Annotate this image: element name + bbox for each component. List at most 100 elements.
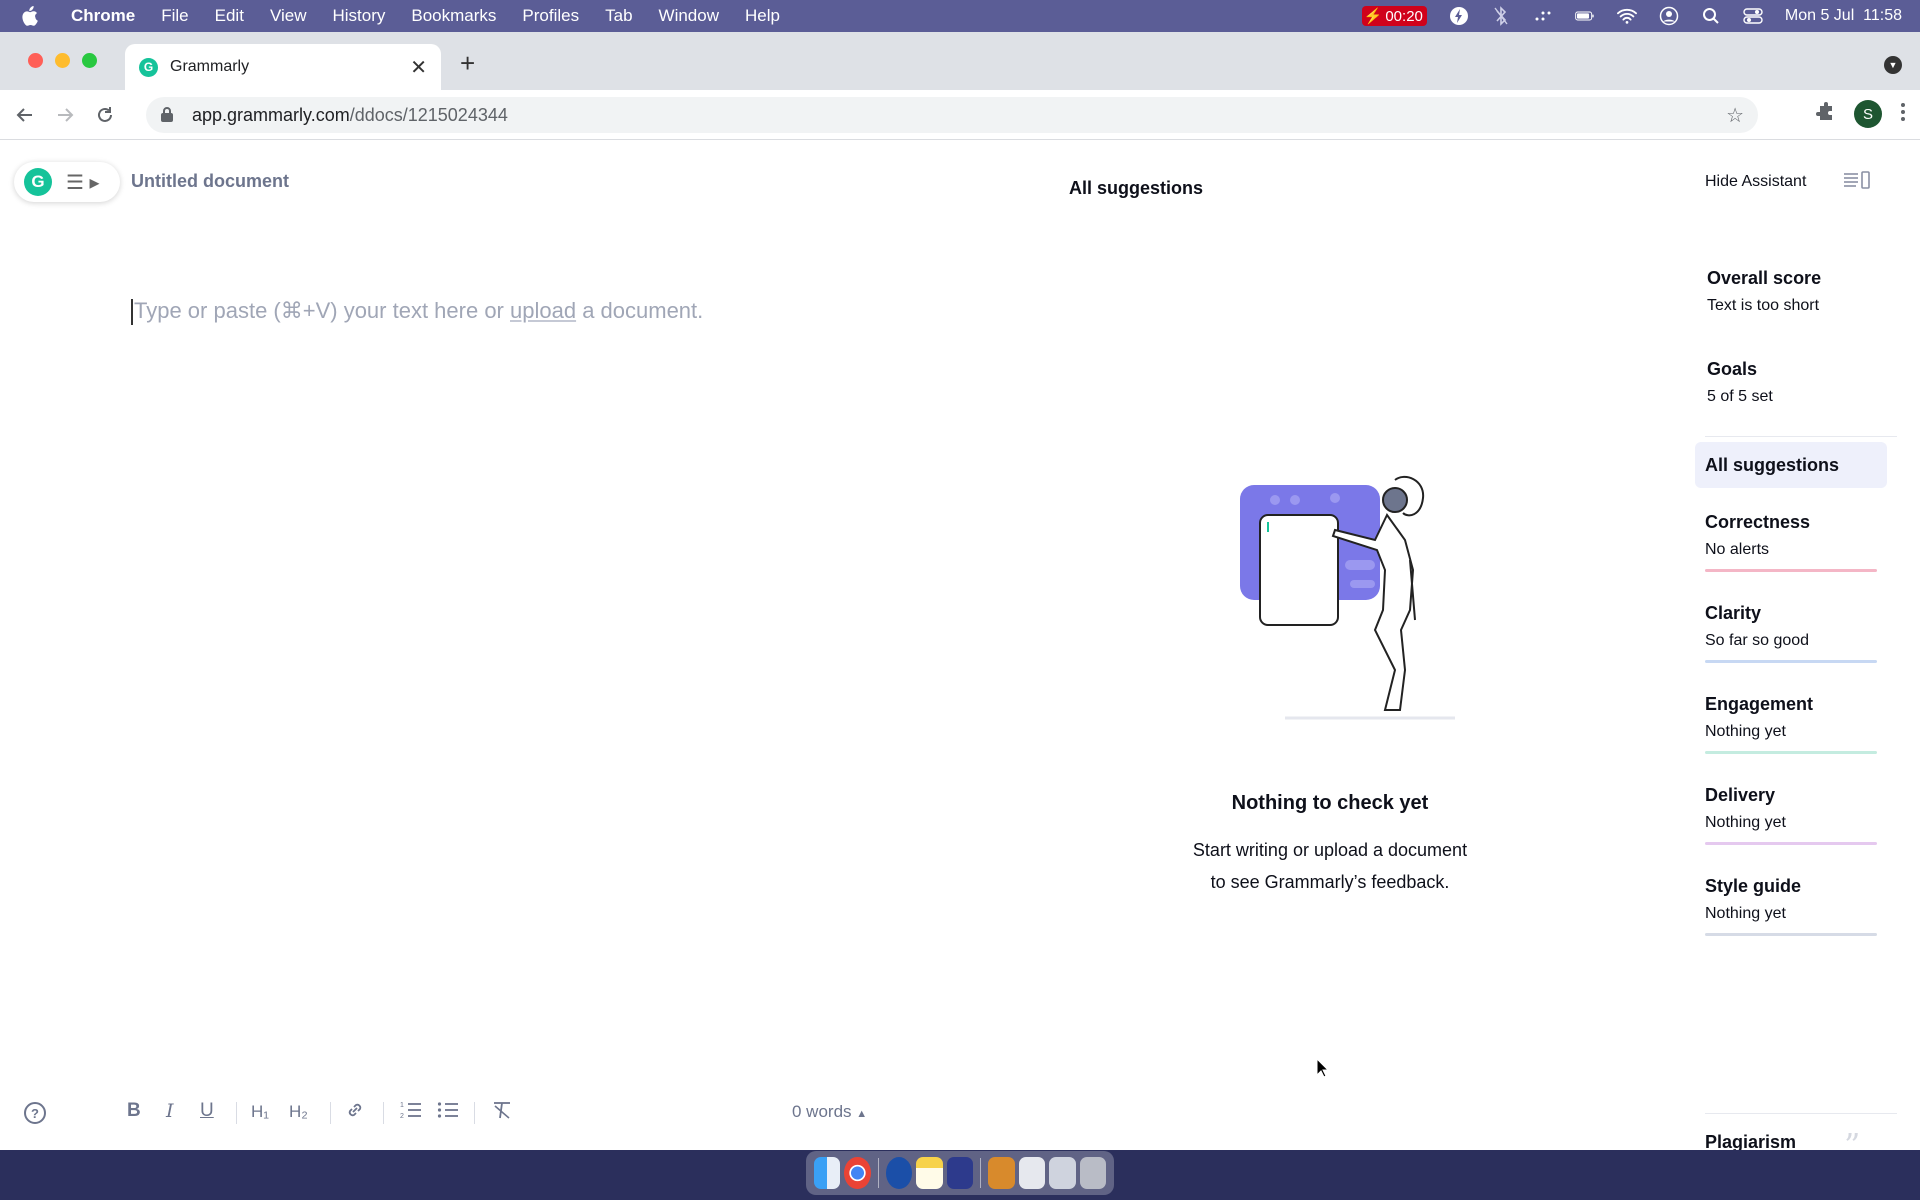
menu-window[interactable]: Window — [646, 6, 732, 26]
category-status: No alerts — [1705, 541, 1770, 558]
finder-icon[interactable] — [814, 1157, 841, 1189]
macos-dock — [806, 1151, 1114, 1195]
svg-text:1: 1 — [400, 1102, 404, 1109]
lock-icon[interactable] — [160, 106, 178, 125]
ordered-list-icon[interactable]: 12 — [400, 1100, 422, 1126]
reload-icon[interactable] — [90, 100, 120, 130]
overall-score[interactable]: Overall score Text is too short — [1707, 268, 1821, 315]
toolbar-divider — [330, 1102, 331, 1124]
document-title[interactable]: Untitled document — [131, 171, 289, 192]
grammarly-favicon-icon: G — [139, 57, 158, 77]
assistant-panel: Hide Assistant Overall score Text is too… — [1684, 140, 1920, 1150]
category-status: Nothing yet — [1705, 905, 1786, 922]
chrome-icon[interactable] — [844, 1157, 871, 1189]
category-status: Nothing yet — [1705, 814, 1786, 831]
menu-history[interactable]: History — [319, 6, 398, 26]
profile-avatar[interactable]: S — [1854, 100, 1882, 128]
trash-icon[interactable] — [1079, 1157, 1107, 1189]
underline-icon[interactable]: U — [200, 1100, 214, 1122]
menu-bookmarks[interactable]: Bookmarks — [398, 6, 509, 26]
grammarly-menu-button[interactable]: G ☰ ▸ — [14, 162, 120, 202]
archive-icon[interactable] — [988, 1157, 1015, 1189]
preview-icon[interactable] — [1018, 1157, 1046, 1189]
toolbar-divider — [474, 1102, 475, 1124]
category-style-guide[interactable]: Style guide Nothing yet — [1705, 876, 1877, 936]
category-delivery[interactable]: Delivery Nothing yet — [1705, 785, 1877, 845]
wifi-icon[interactable] — [1616, 6, 1637, 26]
category-engagement[interactable]: Engagement Nothing yet — [1705, 694, 1877, 754]
control-center-icon[interactable] — [1743, 6, 1763, 26]
formatting-toolbar: ? B I U H₁ H₂ 12 0 words ▲ — [0, 1092, 1200, 1132]
panel-divider — [1705, 436, 1897, 437]
category-bar — [1705, 569, 1877, 572]
forward-icon[interactable] — [50, 100, 80, 130]
minimize-window-button[interactable] — [55, 53, 70, 68]
menu-help[interactable]: Help — [732, 6, 793, 26]
upload-link[interactable]: upload — [510, 298, 576, 323]
address-bar[interactable]: app.grammarly.com/ddocs/1215024344 ☆ — [146, 97, 1758, 133]
extensions-icon[interactable] — [1816, 101, 1836, 127]
dock-separator — [877, 1158, 879, 1188]
kebab-icon[interactable] — [1900, 102, 1906, 127]
plagiarism-button[interactable]: Plagiarism — [1705, 1132, 1796, 1150]
menu-tab[interactable]: Tab — [592, 6, 645, 26]
window-controls — [28, 53, 97, 68]
category-clarity[interactable]: Clarity So far so good — [1705, 603, 1877, 663]
clear-format-icon[interactable] — [491, 1100, 513, 1126]
italic-icon[interactable]: I — [166, 1100, 174, 1122]
layout-toggle-icon[interactable] — [1842, 170, 1872, 190]
tab-strip: G Grammarly ✕ + ▼ — [0, 32, 1920, 90]
back-icon[interactable] — [10, 100, 40, 130]
bolt-app-icon[interactable] — [946, 1157, 974, 1189]
menu-edit[interactable]: Edit — [202, 6, 257, 26]
password-manager-icon[interactable] — [885, 1157, 913, 1189]
editor-placeholder[interactable]: Type or paste (⌘+V) your text here or up… — [131, 298, 704, 326]
zoom-window-button[interactable] — [82, 53, 97, 68]
notes-icon[interactable] — [916, 1157, 943, 1189]
tab-search-icon[interactable]: ▼ — [1884, 56, 1902, 74]
link-icon[interactable] — [345, 1100, 365, 1126]
h1-icon[interactable]: H₁ — [251, 1102, 269, 1122]
close-tab-icon[interactable]: ✕ — [410, 55, 427, 80]
menu-file[interactable]: File — [148, 6, 201, 26]
mouse-cursor-icon — [1316, 1058, 1330, 1078]
browser-toolbar: app.grammarly.com/ddocs/1215024344 ☆ S — [0, 90, 1920, 140]
hide-assistant-button[interactable]: Hide Assistant — [1705, 173, 1806, 191]
tab-grammarly[interactable]: G Grammarly ✕ — [125, 44, 441, 90]
clock[interactable]: Mon 5 Jul 11:58 — [1785, 7, 1902, 25]
bluetooth-off-icon[interactable] — [1491, 6, 1511, 26]
apple-icon[interactable] — [0, 6, 58, 26]
search-icon[interactable] — [1701, 6, 1721, 26]
menu-view[interactable]: View — [257, 6, 320, 26]
bolt-icon[interactable] — [1449, 6, 1469, 26]
new-tab-icon[interactable]: + — [460, 48, 475, 79]
word-count[interactable]: 0 words ▲ — [792, 1102, 867, 1122]
help-icon[interactable]: ? — [24, 1102, 46, 1124]
placeholder-text-end: a document. — [576, 298, 704, 323]
overall-score-subtitle: Text is too short — [1707, 297, 1820, 314]
close-window-button[interactable] — [28, 53, 43, 68]
menu-profiles[interactable]: Profiles — [509, 6, 592, 26]
dots-icon[interactable] — [1533, 6, 1553, 26]
user-icon[interactable] — [1659, 6, 1679, 26]
goals[interactable]: Goals 5 of 5 set — [1707, 359, 1773, 406]
h2-icon[interactable]: H₂ — [289, 1102, 308, 1122]
category-correctness[interactable]: Correctness No alerts — [1705, 512, 1877, 572]
filter-all-suggestions[interactable]: All suggestions — [1695, 442, 1887, 488]
downloads-icon[interactable] — [1049, 1157, 1076, 1189]
panel-divider — [1705, 1113, 1897, 1114]
bullet-list-icon[interactable] — [437, 1100, 459, 1126]
tab-title: Grammarly — [170, 58, 250, 75]
menu-app-name[interactable]: Chrome — [58, 6, 148, 26]
empty-state-line-1: Start writing or upload a document — [1192, 840, 1468, 860]
macos-menubar: Chrome File Edit View History Bookmarks … — [0, 0, 1920, 32]
category-bar — [1705, 933, 1877, 936]
timer-badge[interactable]: ⚡ 00:20 — [1361, 6, 1427, 26]
bold-icon[interactable]: B — [127, 1100, 141, 1122]
battery-icon[interactable] — [1575, 6, 1595, 26]
empty-state-title: Nothing to check yet — [1231, 792, 1429, 814]
caret-up-icon: ▲ — [856, 1108, 868, 1120]
url-path: /ddocs/1215024344 — [349, 104, 508, 125]
star-icon[interactable]: ☆ — [1726, 103, 1744, 128]
browser-window: G Grammarly ✕ + ▼ app.grammarly.com/ddoc… — [0, 32, 1920, 1150]
